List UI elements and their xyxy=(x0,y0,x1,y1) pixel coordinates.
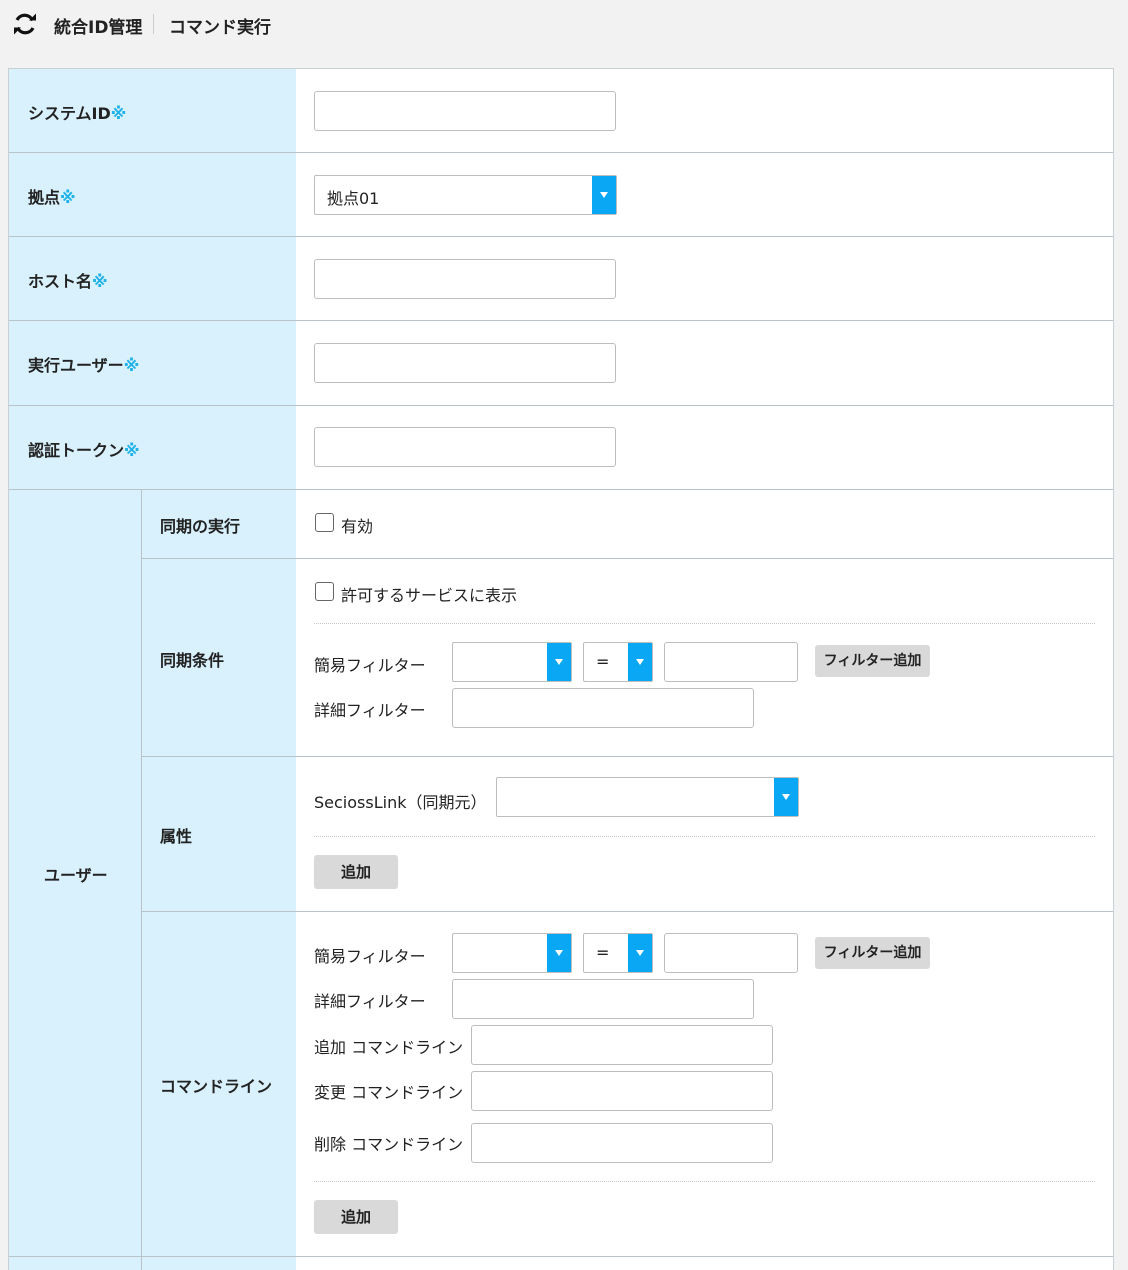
cmd-filter-attribute-select[interactable] xyxy=(452,933,572,973)
delete-command-label: 削除 コマンドライン xyxy=(314,1135,464,1154)
site-select-value: 拠点01 xyxy=(327,189,380,208)
divider xyxy=(141,490,142,1270)
command-form: システムID※ 拠点※ 拠点01 ホスト名※ 実行ユーザー※ 認証トークン※ ユ… xyxy=(8,68,1114,1270)
show-allowed-label: 許可するサービスに表示 xyxy=(341,586,518,605)
cmd-filter-operator-select[interactable]: = xyxy=(583,933,653,973)
auth-token-label: 認証トークン※ xyxy=(28,441,140,460)
chevron-down-icon[interactable] xyxy=(592,176,616,214)
modify-command-label: 変更 コマンドライン xyxy=(314,1083,464,1102)
divider xyxy=(142,558,1113,559)
modify-command-input[interactable] xyxy=(471,1071,773,1111)
divider xyxy=(9,152,1113,153)
dotted-divider xyxy=(314,623,1095,624)
site-select[interactable]: 拠点01 xyxy=(314,175,617,215)
filter-operator-value: = xyxy=(596,652,610,671)
cmd-filter-value-input[interactable] xyxy=(664,933,798,973)
cmd-detail-filter-label: 詳細フィルター xyxy=(314,992,426,1011)
system-id-input[interactable] xyxy=(314,91,616,131)
simple-filter-label: 簡易フィルター xyxy=(314,656,426,675)
delete-command-input[interactable] xyxy=(471,1123,773,1163)
user-section-label: ユーザー xyxy=(44,866,108,885)
system-id-label: システムID※ xyxy=(28,104,127,123)
chevron-down-icon[interactable] xyxy=(628,643,652,681)
sync-enabled-label: 有効 xyxy=(341,517,374,536)
filter-operator-select[interactable]: = xyxy=(583,642,653,682)
add-command-button[interactable]: 追加 xyxy=(314,1200,398,1234)
divider xyxy=(9,320,1113,321)
show-allowed-checkbox[interactable] xyxy=(315,582,334,601)
divider xyxy=(9,405,1113,406)
host-name-input[interactable] xyxy=(314,259,616,299)
seciosslink-source-label: SeciossLink（同期元） xyxy=(314,793,487,812)
breadcrumb-app[interactable]: 統合ID管理 xyxy=(54,13,142,38)
detail-filter-input[interactable] xyxy=(452,688,754,728)
exec-user-label: 実行ユーザー※ xyxy=(28,356,140,375)
add-command-label: 追加 コマンドライン xyxy=(314,1038,464,1057)
site-label: 拠点※ xyxy=(28,188,76,207)
exec-user-input[interactable] xyxy=(314,343,616,383)
dotted-divider xyxy=(314,1181,1095,1182)
cmd-detail-filter-input[interactable] xyxy=(452,979,754,1019)
command-line-label: コマンドライン xyxy=(160,1077,273,1096)
cmd-add-filter-button[interactable]: フィルター追加 xyxy=(815,937,930,969)
divider xyxy=(142,911,1113,912)
chevron-down-icon[interactable] xyxy=(547,643,571,681)
sync-condition-label: 同期条件 xyxy=(160,651,225,670)
chevron-down-icon[interactable] xyxy=(628,934,652,972)
cmd-filter-operator-value: = xyxy=(596,943,610,962)
refresh-icon[interactable] xyxy=(12,11,38,37)
filter-attribute-select[interactable] xyxy=(452,642,572,682)
divider xyxy=(9,1256,1113,1257)
divider xyxy=(142,756,1113,757)
chevron-down-icon[interactable] xyxy=(774,778,798,816)
add-command-input[interactable] xyxy=(471,1025,773,1065)
detail-filter-label: 詳細フィルター xyxy=(314,701,426,720)
sync-enabled-checkbox[interactable] xyxy=(315,513,334,532)
auth-token-input[interactable] xyxy=(314,427,616,467)
attributes-label: 属性 xyxy=(160,827,193,846)
chevron-down-icon[interactable] xyxy=(547,934,571,972)
header: 統合ID管理 コマンド実行 xyxy=(0,0,1128,48)
dotted-divider xyxy=(314,836,1095,837)
host-name-label: ホスト名※ xyxy=(28,272,108,291)
cmd-simple-filter-label: 簡易フィルター xyxy=(314,947,426,966)
add-attribute-button[interactable]: 追加 xyxy=(314,855,398,889)
filter-value-input[interactable] xyxy=(664,642,798,682)
breadcrumb-separator xyxy=(153,14,154,34)
source-attribute-select[interactable] xyxy=(496,777,799,817)
add-filter-button[interactable]: フィルター追加 xyxy=(815,645,930,677)
sync-exec-label: 同期の実行 xyxy=(160,517,241,536)
page-title: コマンド実行 xyxy=(169,18,271,38)
divider xyxy=(9,236,1113,237)
divider xyxy=(9,489,1113,490)
